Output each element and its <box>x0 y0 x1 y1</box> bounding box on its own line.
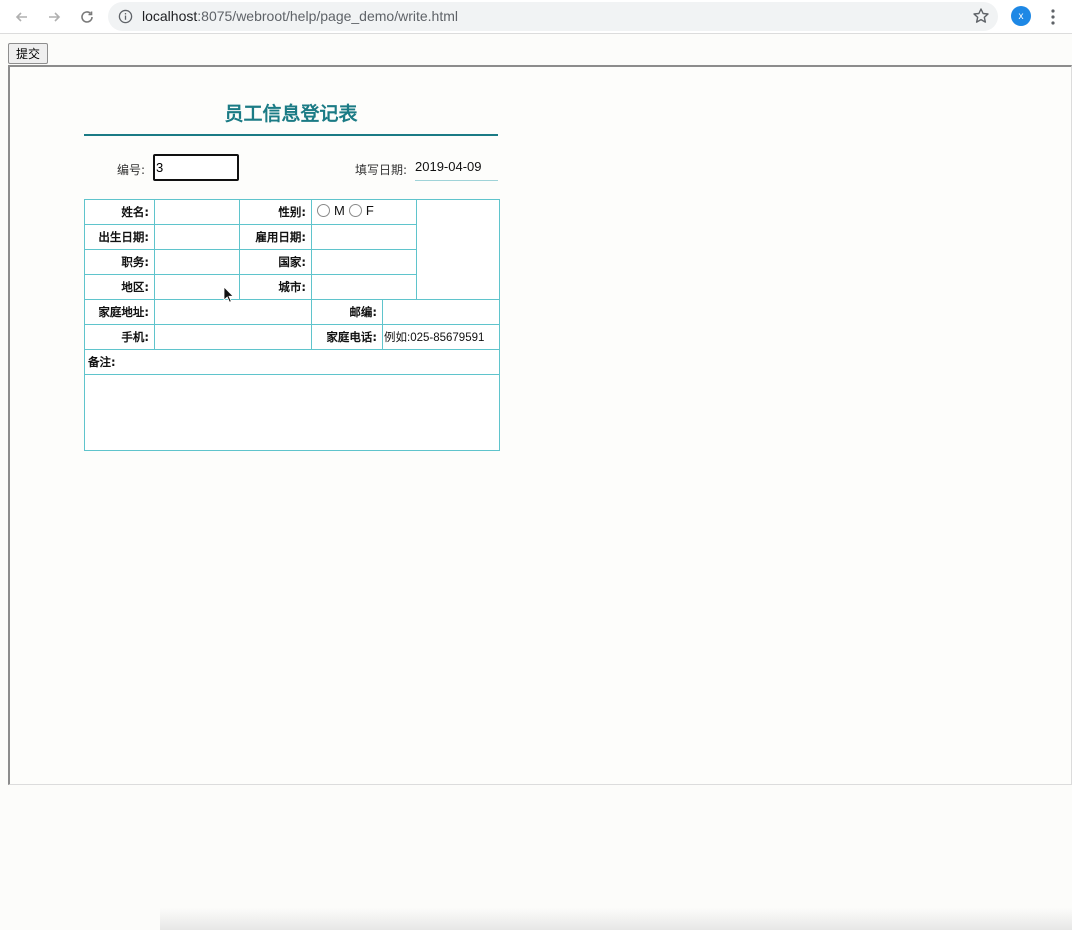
url-host: localhost <box>142 8 198 24</box>
fill-date-value[interactable]: 2019-04-09 <box>415 159 498 181</box>
reload-button[interactable] <box>75 5 99 29</box>
bookmark-star-icon[interactable] <box>972 7 990 25</box>
birth-date-field[interactable] <box>154 224 240 250</box>
city-field[interactable] <box>310 274 418 300</box>
country-label: 国家: <box>239 249 312 275</box>
submit-button[interactable]: 提交 <box>8 43 48 64</box>
fill-date-label: 填写日期: <box>355 163 408 177</box>
info-icon[interactable] <box>118 9 133 24</box>
gender-label: 性别: <box>239 199 312 225</box>
name-label: 姓名: <box>84 199 155 225</box>
browser-menu-icon[interactable] <box>1044 7 1062 27</box>
reload-icon <box>81 11 93 23</box>
employee-form-table: 姓名: 性别: MF 出生日期: 雇用日期: 职务: 国家: 地区: 城市: 家… <box>83 199 501 451</box>
notes-label: 备注: <box>83 349 501 375</box>
address-bar[interactable]: localhost:8075/webroot/help/page_demo/wr… <box>108 2 998 31</box>
address-label: 家庭地址: <box>84 299 155 325</box>
zip-field[interactable] <box>381 299 501 325</box>
photo-cell[interactable] <box>416 199 501 300</box>
home-phone-label: 家庭电话: <box>311 324 383 350</box>
mobile-field[interactable] <box>154 324 312 350</box>
back-button[interactable] <box>10 5 34 29</box>
gender-option-m: M <box>334 203 345 218</box>
mobile-label: 手机: <box>84 324 155 350</box>
browser-toolbar: localhost:8075/webroot/help/page_demo/wr… <box>0 0 1072 34</box>
hire-date-field[interactable] <box>310 224 418 250</box>
url-text[interactable]: localhost:8075/webroot/help/page_demo/wr… <box>142 8 458 24</box>
mouse-cursor-icon <box>223 286 235 303</box>
position-field[interactable] <box>154 249 240 275</box>
notes-field[interactable] <box>83 374 501 451</box>
url-path: :8075/webroot/help/page_demo/write.html <box>197 8 458 24</box>
profile-avatar[interactable]: x <box>1011 6 1031 26</box>
page-title: 员工信息登记表 <box>224 103 358 125</box>
gender-option-f: F <box>365 203 374 218</box>
city-label: 城市: <box>239 274 312 300</box>
id-label: 编号: <box>117 163 146 177</box>
report-frame: 员工信息登记表 编号: 填写日期: 2019-04-09 姓名: 性别: MF … <box>8 65 1072 785</box>
name-field[interactable] <box>154 199 240 225</box>
back-arrow-icon <box>15 12 27 22</box>
id-input[interactable] <box>153 154 239 181</box>
country-field[interactable] <box>310 249 418 275</box>
region-label: 地区: <box>84 274 155 300</box>
home-phone-field[interactable]: 例如:025-85679591 <box>381 324 501 350</box>
zip-label: 邮编: <box>311 299 383 325</box>
birth-date-label: 出生日期: <box>84 224 155 250</box>
title-divider <box>84 134 498 136</box>
gender-radio-m[interactable] <box>317 204 330 217</box>
gender-radio-f[interactable] <box>348 204 362 217</box>
forward-button[interactable] <box>42 5 66 29</box>
gender-field: MF <box>310 199 418 225</box>
window-bottom-shadow <box>160 908 1072 930</box>
forward-arrow-icon <box>49 12 61 22</box>
hire-date-label: 雇用日期: <box>239 224 312 250</box>
position-label: 职务: <box>84 249 155 275</box>
